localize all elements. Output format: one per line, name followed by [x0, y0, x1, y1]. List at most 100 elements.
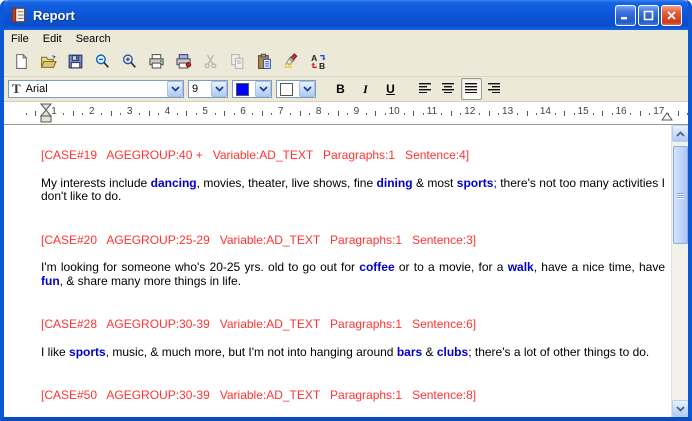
ruler-tick — [489, 111, 490, 116]
ruler[interactable]: 1234567891011121314151617 — [4, 102, 688, 125]
font-color-dropdown-button[interactable] — [255, 81, 271, 97]
ruler-tick — [120, 113, 121, 115]
menu-item-file[interactable]: File — [4, 32, 36, 46]
find-button[interactable] — [278, 49, 305, 75]
case-header: [CASE#50 AGEGROUP:30-39 Variable:AD_TEXT… — [41, 389, 665, 403]
ruler-number: 8 — [316, 106, 322, 117]
chevron-down-icon — [303, 86, 312, 92]
zoom-in-button[interactable] — [116, 49, 143, 75]
align-right-button[interactable] — [484, 78, 505, 100]
print-button[interactable] — [143, 49, 170, 75]
paragraph: My interests include dancing, movies, th… — [41, 177, 665, 204]
maximize-button[interactable] — [638, 5, 659, 26]
new-button[interactable] — [8, 49, 35, 75]
font-type-icon: T — [9, 81, 23, 97]
ruler-tick — [177, 113, 178, 115]
open-button[interactable] — [35, 49, 62, 75]
print-setup-button[interactable] — [170, 49, 197, 75]
ruler-tick — [441, 113, 442, 115]
save-button[interactable] — [62, 49, 89, 75]
close-button[interactable] — [661, 5, 682, 26]
font-color-picker[interactable] — [232, 80, 272, 98]
case-header: [CASE#20 AGEGROUP:25-29 Variable:AD_TEXT… — [41, 234, 665, 248]
align-left-button[interactable] — [415, 78, 436, 100]
title-bar[interactable]: Report — [4, 0, 688, 30]
ruler-tick — [196, 113, 197, 115]
zoom-out-icon — [94, 53, 111, 70]
ruler-tick — [460, 113, 461, 115]
vertical-scrollbar[interactable] — [671, 125, 688, 417]
italic-button[interactable]: I — [355, 78, 376, 100]
ruler-tick — [271, 113, 272, 115]
font-name-combobox[interactable]: T Arial — [8, 80, 184, 98]
chevron-up-icon — [676, 131, 685, 137]
chevron-down-icon — [676, 406, 685, 412]
ruler-number: 6 — [240, 106, 246, 117]
scroll-down-button[interactable] — [672, 400, 689, 417]
ruler-tick — [158, 113, 159, 115]
ruler-tick — [404, 113, 405, 115]
ruler-tick — [602, 111, 603, 116]
right-indent-marker[interactable] — [661, 108, 673, 126]
thumb-grip-icon — [677, 192, 684, 199]
keyword: dancing — [151, 176, 197, 190]
ruler-number: 7 — [278, 106, 284, 117]
bold-button[interactable]: B — [330, 78, 351, 100]
left-indent-marker[interactable] — [40, 103, 52, 129]
zoom-out-button[interactable] — [89, 49, 116, 75]
menu-bar: FileEditSearch — [4, 30, 688, 47]
ruler-tick — [593, 113, 594, 115]
ruler-tick — [309, 113, 310, 115]
ruler-number: 15 — [578, 106, 589, 117]
underline-button[interactable]: U — [380, 78, 401, 100]
ruler-tick — [612, 113, 613, 115]
document-area: [CASE#19 AGEGROUP:40 + Variable:AD_TEXT … — [4, 125, 688, 417]
font-size-dropdown-button[interactable] — [211, 81, 227, 97]
scroll-up-button[interactable] — [672, 125, 689, 142]
ruler-number: 10 — [389, 106, 400, 117]
font-size-combobox[interactable]: 9 — [188, 80, 228, 98]
highlight-color-dropdown-button[interactable] — [299, 81, 315, 97]
ruler-tick — [536, 113, 537, 115]
ruler-tick — [300, 111, 301, 116]
align-justify-button[interactable] — [461, 78, 482, 100]
open-folder-icon — [40, 53, 57, 70]
highlight-color-picker[interactable] — [276, 80, 316, 98]
ruler-tick — [423, 113, 424, 115]
ruler-tick — [186, 111, 187, 116]
ruler-number: 5 — [202, 106, 208, 117]
keyword: fun — [41, 274, 60, 288]
scrollbar-thumb[interactable] — [673, 146, 688, 244]
chevron-down-icon — [171, 86, 180, 92]
ruler-number: 4 — [165, 106, 171, 117]
highlight-color-swatch — [280, 83, 293, 96]
paste-clipboard-icon — [256, 53, 273, 70]
plain-text: , music, & much more, but I'm not into h… — [106, 345, 397, 359]
minimize-button[interactable] — [615, 5, 636, 26]
font-name-dropdown-button[interactable] — [167, 81, 183, 97]
align-center-button[interactable] — [438, 78, 459, 100]
ruler-tick — [649, 113, 650, 115]
cut-button — [197, 49, 224, 75]
ruler-tick — [35, 111, 36, 116]
ruler-number: 3 — [127, 106, 133, 117]
menu-item-edit[interactable]: Edit — [36, 32, 69, 46]
plain-text: & most — [413, 176, 457, 190]
main-toolbar: AB — [4, 47, 688, 77]
menu-item-search[interactable]: Search — [69, 32, 118, 46]
ruler-tick — [687, 113, 688, 115]
font-size-value: 9 — [189, 83, 211, 95]
ruler-tick — [564, 111, 565, 116]
replace-button[interactable]: AB — [305, 49, 332, 75]
ruler-tick — [375, 111, 376, 116]
document-text[interactable]: [CASE#19 AGEGROUP:40 + Variable:AD_TEXT … — [4, 125, 671, 417]
paste-button[interactable] — [251, 49, 278, 75]
paragraph: I like sports, music, & much more, but I… — [41, 346, 665, 360]
align-left-icon — [419, 82, 432, 96]
ruler-tick — [234, 113, 235, 115]
plain-text: or to a movie, for a — [395, 260, 508, 274]
svg-text:A: A — [311, 53, 317, 63]
plain-text: My interests include — [41, 176, 151, 190]
plain-text: , & share many more things in life. — [60, 274, 241, 288]
window-title: Report — [33, 8, 615, 23]
